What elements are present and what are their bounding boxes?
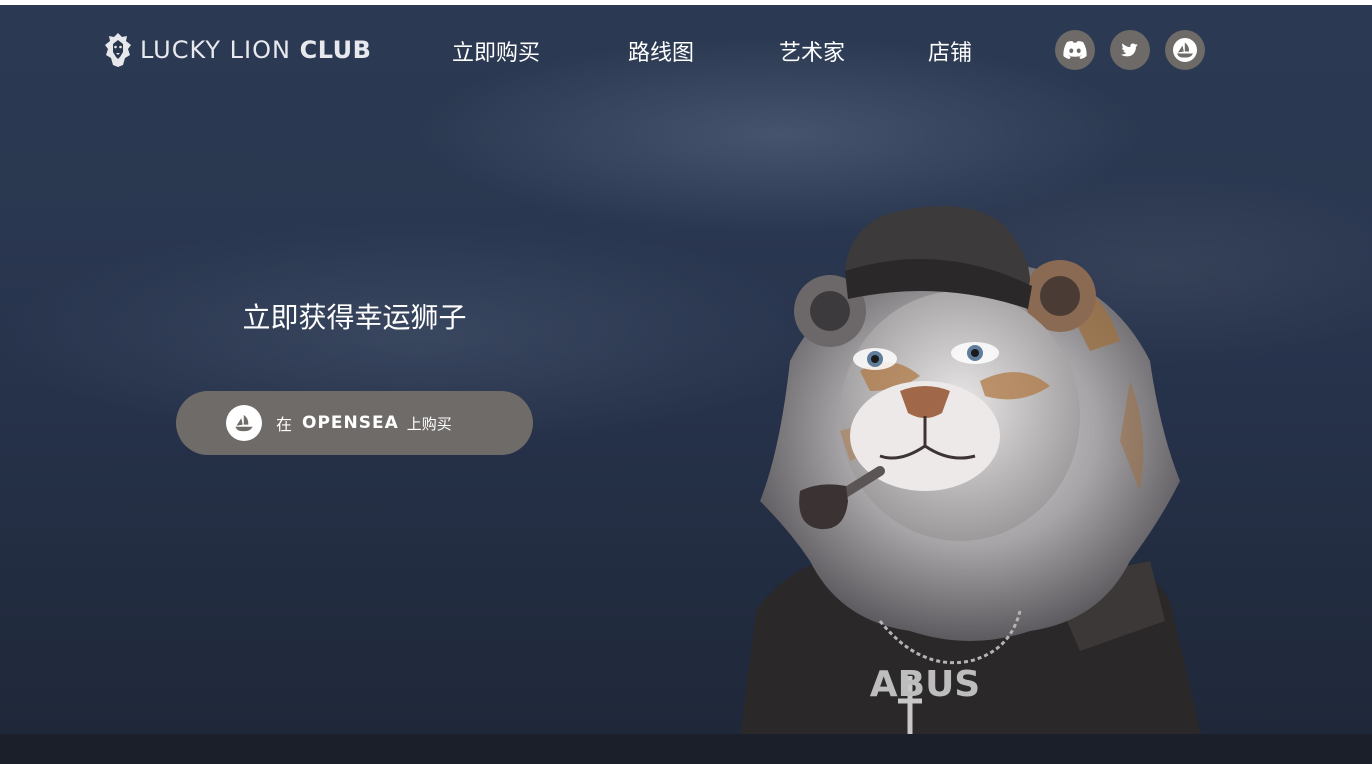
hero-title: 立即获得幸运狮子 — [242, 301, 467, 334]
opensea-icon — [226, 405, 262, 441]
opensea-button[interactable] — [1165, 30, 1205, 70]
opensea-icon — [1173, 38, 1197, 62]
hero-section: LUCKY LION CLUB 立即购买 路线图 艺术家 店铺 立即获得幸运狮子 — [0, 5, 1372, 734]
logo-text-light: LUCKY LION — [140, 36, 300, 64]
bottom-bar — [0, 734, 1372, 764]
cta-prefix: 在 — [276, 415, 293, 434]
nav-roadmap[interactable]: 路线图 — [628, 35, 694, 67]
nav-artists[interactable]: 艺术家 — [779, 35, 845, 67]
lion-head-icon — [105, 33, 131, 67]
cta-suffix: 上购买 — [406, 414, 452, 433]
discord-button[interactable] — [1055, 30, 1095, 70]
lion-character-icon: ABUS — [740, 206, 1201, 734]
site-logo[interactable]: LUCKY LION CLUB — [104, 30, 371, 70]
buy-on-opensea-button[interactable]: 在 OPENSEA 上购买 — [176, 391, 533, 455]
discord-icon — [1063, 41, 1087, 59]
nav-buy-now[interactable]: 立即购买 — [452, 35, 540, 67]
necklace-text: ABUS — [870, 664, 980, 705]
logo-text-bold: CLUB — [299, 36, 372, 64]
twitter-icon — [1120, 43, 1138, 57]
twitter-button[interactable] — [1110, 30, 1150, 70]
logo-text: LUCKY LION CLUB — [140, 36, 371, 64]
nav-shop[interactable]: 店铺 — [928, 35, 972, 67]
cta-brand: OPENSEA — [302, 413, 399, 433]
